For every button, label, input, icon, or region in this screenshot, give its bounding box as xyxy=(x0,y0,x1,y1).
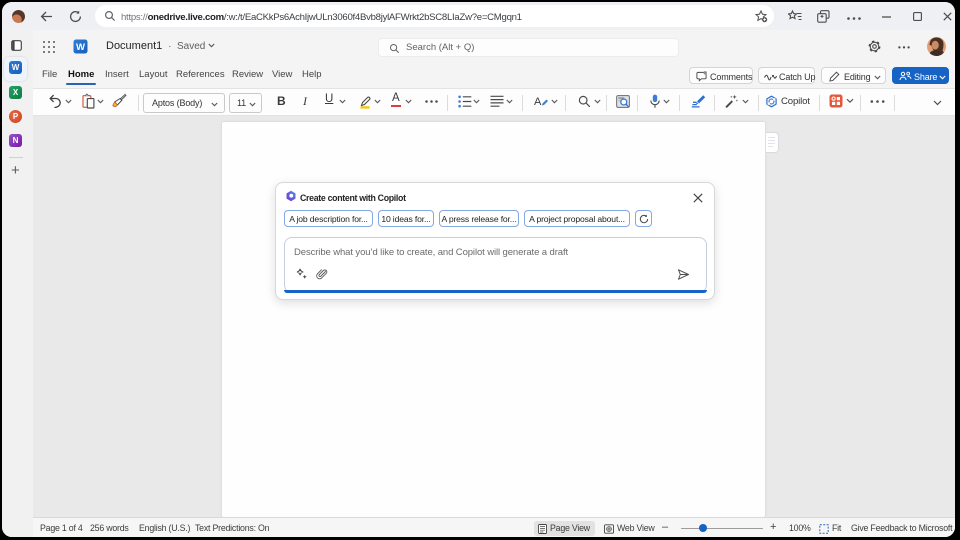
svg-text:A: A xyxy=(534,96,542,108)
svg-text:W: W xyxy=(76,42,85,53)
